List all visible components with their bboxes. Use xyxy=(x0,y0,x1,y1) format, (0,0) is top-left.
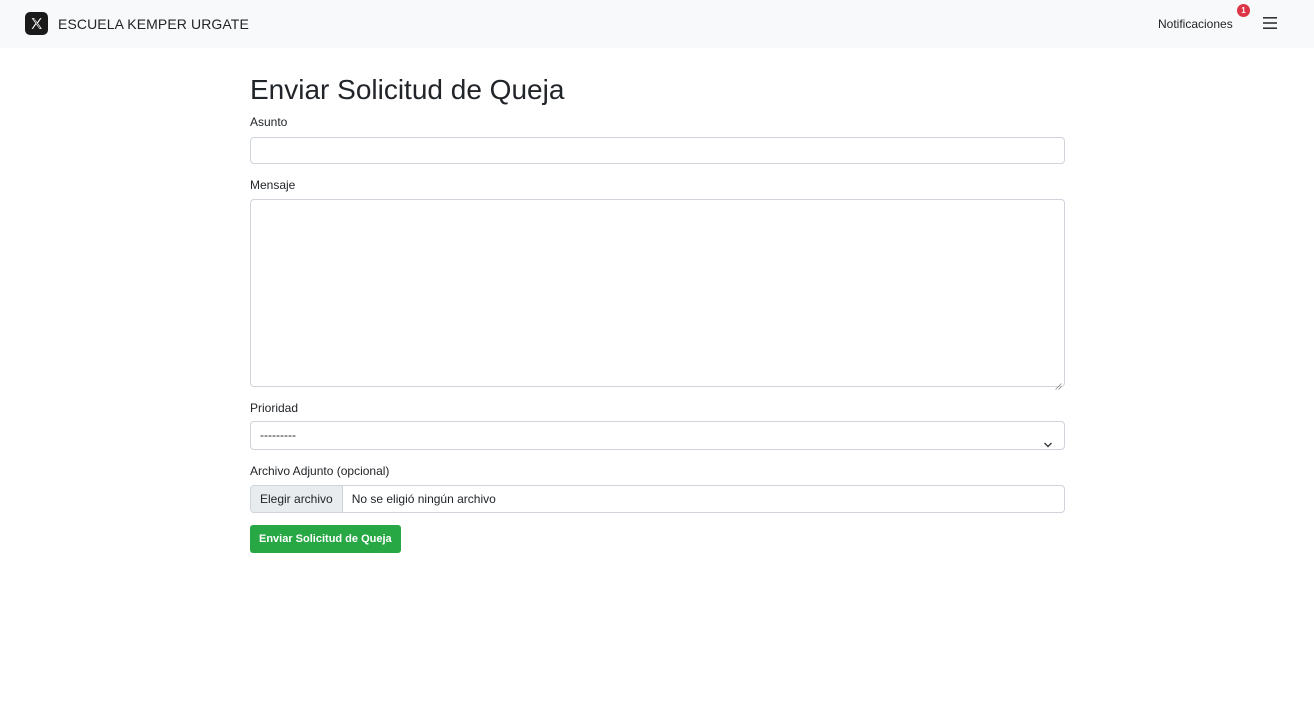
file-status-text: No se eligió ningún archivo xyxy=(351,492,496,506)
prioridad-select[interactable]: --------- xyxy=(250,421,1065,450)
brand-link[interactable]: ESCUELA KEMPER URGATE xyxy=(25,12,249,35)
notifications-link[interactable]: Notificaciones xyxy=(1158,17,1233,31)
top-navbar: ESCUELA KEMPER URGATE Notificaciones 1 xyxy=(0,0,1314,48)
prioridad-label: Prioridad xyxy=(250,401,299,415)
archivo-label: Archivo Adjunto (opcional) xyxy=(250,464,390,478)
page-title: Enviar Solicitud de Queja xyxy=(250,74,565,105)
x-logo-icon xyxy=(25,12,48,35)
resize-handle-icon[interactable] xyxy=(1055,377,1062,390)
hamburger-menu-icon[interactable] xyxy=(1262,15,1278,31)
mensaje-label: Mensaje xyxy=(250,178,296,192)
notifications-badge: 1 xyxy=(1237,4,1250,17)
brand-name: ESCUELA KEMPER URGATE xyxy=(58,15,249,32)
complaint-form: Enviar Solicitud de Queja Asunto Mensaje… xyxy=(250,72,1065,553)
file-input[interactable]: Elegir archivo No se eligió ningún archi… xyxy=(250,485,1065,513)
asunto-label: Asunto xyxy=(250,115,288,129)
choose-file-button[interactable]: Elegir archivo xyxy=(251,486,343,512)
prioridad-selected-value: --------- xyxy=(260,428,296,442)
submit-button[interactable]: Enviar Solicitud de Queja xyxy=(250,525,401,553)
mensaje-textarea[interactable] xyxy=(250,199,1065,390)
chevron-down-icon xyxy=(1043,432,1053,448)
asunto-input[interactable] xyxy=(250,137,1065,164)
